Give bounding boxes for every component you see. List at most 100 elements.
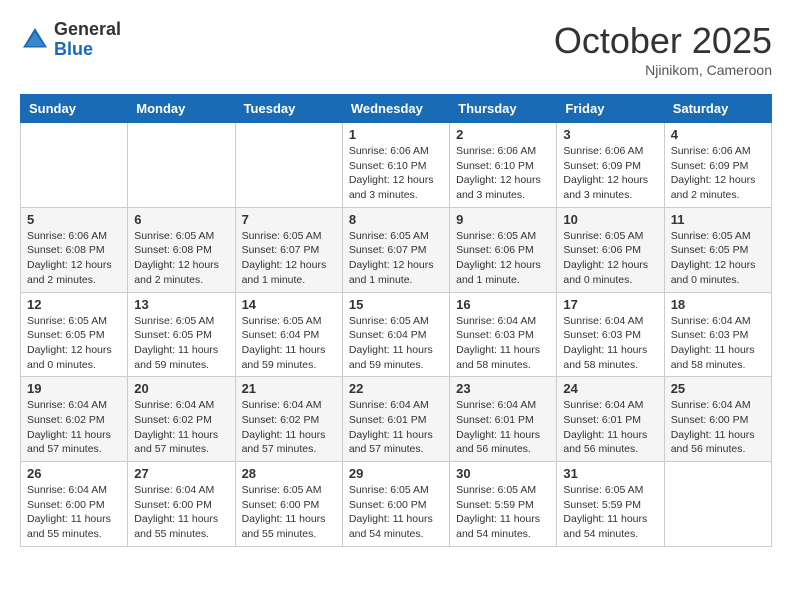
logo-icon: [20, 25, 50, 55]
day-number: 8: [349, 212, 443, 227]
day-info: Sunrise: 6:05 AM Sunset: 6:00 PM Dayligh…: [349, 483, 443, 542]
calendar-cell: 21 Sunrise: 6:04 AM Sunset: 6:02 PM Dayli…: [235, 377, 342, 462]
day-number: 19: [27, 381, 121, 396]
weekday-header-saturday: Saturday: [664, 95, 771, 123]
day-info: Sunrise: 6:04 AM Sunset: 6:03 PM Dayligh…: [563, 314, 657, 373]
day-number: 1: [349, 127, 443, 142]
day-number: 3: [563, 127, 657, 142]
calendar-cell: 23 Sunrise: 6:04 AM Sunset: 6:01 PM Dayli…: [450, 377, 557, 462]
calendar-week-row: 19 Sunrise: 6:04 AM Sunset: 6:02 PM Dayli…: [21, 377, 772, 462]
day-number: 10: [563, 212, 657, 227]
day-number: 5: [27, 212, 121, 227]
logo-blue-text: Blue: [54, 40, 121, 60]
logo-general-text: General: [54, 20, 121, 40]
day-number: 26: [27, 466, 121, 481]
day-info: Sunrise: 6:04 AM Sunset: 6:00 PM Dayligh…: [671, 398, 765, 457]
calendar-cell: 5Sunrise: 6:06 AM Sunset: 6:08 PM Daylig…: [21, 207, 128, 292]
day-info: Sunrise: 6:04 AM Sunset: 6:02 PM Dayligh…: [134, 398, 228, 457]
day-info: Sunrise: 6:04 AM Sunset: 6:01 PM Dayligh…: [349, 398, 443, 457]
day-number: 15: [349, 297, 443, 312]
day-info: Sunrise: 6:04 AM Sunset: 6:01 PM Dayligh…: [456, 398, 550, 457]
day-number: 23: [456, 381, 550, 396]
day-number: 25: [671, 381, 765, 396]
title-block: October 2025 Njinikom, Cameroon: [554, 20, 772, 78]
day-info: Sunrise: 6:05 AM Sunset: 6:07 PM Dayligh…: [242, 229, 336, 288]
weekday-header-monday: Monday: [128, 95, 235, 123]
calendar-cell: 11 Sunrise: 6:05 AM Sunset: 6:05 PM Dayli…: [664, 207, 771, 292]
day-info: Sunrise: 6:05 AM Sunset: 6:04 PM Dayligh…: [242, 314, 336, 373]
day-info: Sunrise: 6:06 AM Sunset: 6:09 PM Dayligh…: [671, 144, 765, 203]
day-info: Sunrise: 6:04 AM Sunset: 6:01 PM Dayligh…: [563, 398, 657, 457]
calendar-cell: 26 Sunrise: 6:04 AM Sunset: 6:00 PM Dayli…: [21, 462, 128, 547]
day-info: Sunrise: 6:04 AM Sunset: 6:02 PM Dayligh…: [242, 398, 336, 457]
day-number: 17: [563, 297, 657, 312]
calendar-cell: [128, 123, 235, 208]
calendar-cell: 27 Sunrise: 6:04 AM Sunset: 6:00 PM Dayli…: [128, 462, 235, 547]
day-number: 7: [242, 212, 336, 227]
calendar-cell: 1 Sunrise: 6:06 AM Sunset: 6:10 PM Daylig…: [342, 123, 449, 208]
calendar-cell: 24 Sunrise: 6:04 AM Sunset: 6:01 PM Dayli…: [557, 377, 664, 462]
day-number: 24: [563, 381, 657, 396]
calendar-table: SundayMondayTuesdayWednesdayThursdayFrid…: [20, 94, 772, 547]
day-number: 18: [671, 297, 765, 312]
day-number: 27: [134, 466, 228, 481]
day-number: 11: [671, 212, 765, 227]
calendar-cell: 13 Sunrise: 6:05 AM Sunset: 6:05 PM Dayli…: [128, 292, 235, 377]
logo: General Blue: [20, 20, 121, 60]
day-info: Sunrise: 6:04 AM Sunset: 6:02 PM Dayligh…: [27, 398, 121, 457]
day-info: Sunrise: 6:05 AM Sunset: 6:05 PM Dayligh…: [134, 314, 228, 373]
day-number: 6: [134, 212, 228, 227]
day-info: Sunrise: 6:05 AM Sunset: 6:06 PM Dayligh…: [456, 229, 550, 288]
day-number: 12: [27, 297, 121, 312]
day-info: Sunrise: 6:04 AM Sunset: 6:03 PM Dayligh…: [671, 314, 765, 373]
month-title: October 2025: [554, 20, 772, 62]
day-info: Sunrise: 6:05 AM Sunset: 6:00 PM Dayligh…: [242, 483, 336, 542]
weekday-header-wednesday: Wednesday: [342, 95, 449, 123]
day-number: 14: [242, 297, 336, 312]
day-info: Sunrise: 6:06 AM Sunset: 6:10 PM Dayligh…: [456, 144, 550, 203]
day-info: Sunrise: 6:05 AM Sunset: 5:59 PM Dayligh…: [563, 483, 657, 542]
day-number: 13: [134, 297, 228, 312]
calendar-cell: 20 Sunrise: 6:04 AM Sunset: 6:02 PM Dayli…: [128, 377, 235, 462]
day-number: 29: [349, 466, 443, 481]
calendar-cell: 18 Sunrise: 6:04 AM Sunset: 6:03 PM Dayli…: [664, 292, 771, 377]
calendar-cell: 7 Sunrise: 6:05 AM Sunset: 6:07 PM Daylig…: [235, 207, 342, 292]
day-info: Sunrise: 6:05 AM Sunset: 6:05 PM Dayligh…: [27, 314, 121, 373]
weekday-header-tuesday: Tuesday: [235, 95, 342, 123]
day-number: 30: [456, 466, 550, 481]
day-info: Sunrise: 6:06 AM Sunset: 6:09 PM Dayligh…: [563, 144, 657, 203]
day-info: Sunrise: 6:04 AM Sunset: 6:00 PM Dayligh…: [27, 483, 121, 542]
calendar-cell: 19 Sunrise: 6:04 AM Sunset: 6:02 PM Dayli…: [21, 377, 128, 462]
day-number: 4: [671, 127, 765, 142]
day-number: 20: [134, 381, 228, 396]
calendar-week-row: 26 Sunrise: 6:04 AM Sunset: 6:00 PM Dayli…: [21, 462, 772, 547]
calendar-cell: [664, 462, 771, 547]
calendar-cell: 9 Sunrise: 6:05 AM Sunset: 6:06 PM Daylig…: [450, 207, 557, 292]
calendar-cell: 4 Sunrise: 6:06 AM Sunset: 6:09 PM Daylig…: [664, 123, 771, 208]
calendar-cell: 28Sunrise: 6:05 AM Sunset: 6:00 PM Dayli…: [235, 462, 342, 547]
calendar-cell: 31 Sunrise: 6:05 AM Sunset: 5:59 PM Dayli…: [557, 462, 664, 547]
calendar-cell: 16Sunrise: 6:04 AM Sunset: 6:03 PM Dayli…: [450, 292, 557, 377]
day-info: Sunrise: 6:05 AM Sunset: 6:07 PM Dayligh…: [349, 229, 443, 288]
calendar-cell: [235, 123, 342, 208]
day-info: Sunrise: 6:04 AM Sunset: 6:03 PM Dayligh…: [456, 314, 550, 373]
day-info: Sunrise: 6:05 AM Sunset: 6:05 PM Dayligh…: [671, 229, 765, 288]
calendar-cell: 10Sunrise: 6:05 AM Sunset: 6:06 PM Dayli…: [557, 207, 664, 292]
day-info: Sunrise: 6:06 AM Sunset: 6:10 PM Dayligh…: [349, 144, 443, 203]
calendar-cell: 29 Sunrise: 6:05 AM Sunset: 6:00 PM Dayli…: [342, 462, 449, 547]
calendar-week-row: 5Sunrise: 6:06 AM Sunset: 6:08 PM Daylig…: [21, 207, 772, 292]
weekday-header-row: SundayMondayTuesdayWednesdayThursdayFrid…: [21, 95, 772, 123]
weekday-header-thursday: Thursday: [450, 95, 557, 123]
calendar-cell: 30Sunrise: 6:05 AM Sunset: 5:59 PM Dayli…: [450, 462, 557, 547]
calendar-cell: 12 Sunrise: 6:05 AM Sunset: 6:05 PM Dayli…: [21, 292, 128, 377]
day-number: 9: [456, 212, 550, 227]
calendar-cell: 17 Sunrise: 6:04 AM Sunset: 6:03 PM Dayli…: [557, 292, 664, 377]
day-info: Sunrise: 6:04 AM Sunset: 6:00 PM Dayligh…: [134, 483, 228, 542]
calendar-cell: 3 Sunrise: 6:06 AM Sunset: 6:09 PM Daylig…: [557, 123, 664, 208]
day-number: 31: [563, 466, 657, 481]
day-number: 21: [242, 381, 336, 396]
calendar-cell: 15Sunrise: 6:05 AM Sunset: 6:04 PM Dayli…: [342, 292, 449, 377]
calendar-cell: 6Sunrise: 6:05 AM Sunset: 6:08 PM Daylig…: [128, 207, 235, 292]
calendar-week-row: 1 Sunrise: 6:06 AM Sunset: 6:10 PM Daylig…: [21, 123, 772, 208]
calendar-cell: 2Sunrise: 6:06 AM Sunset: 6:10 PM Daylig…: [450, 123, 557, 208]
